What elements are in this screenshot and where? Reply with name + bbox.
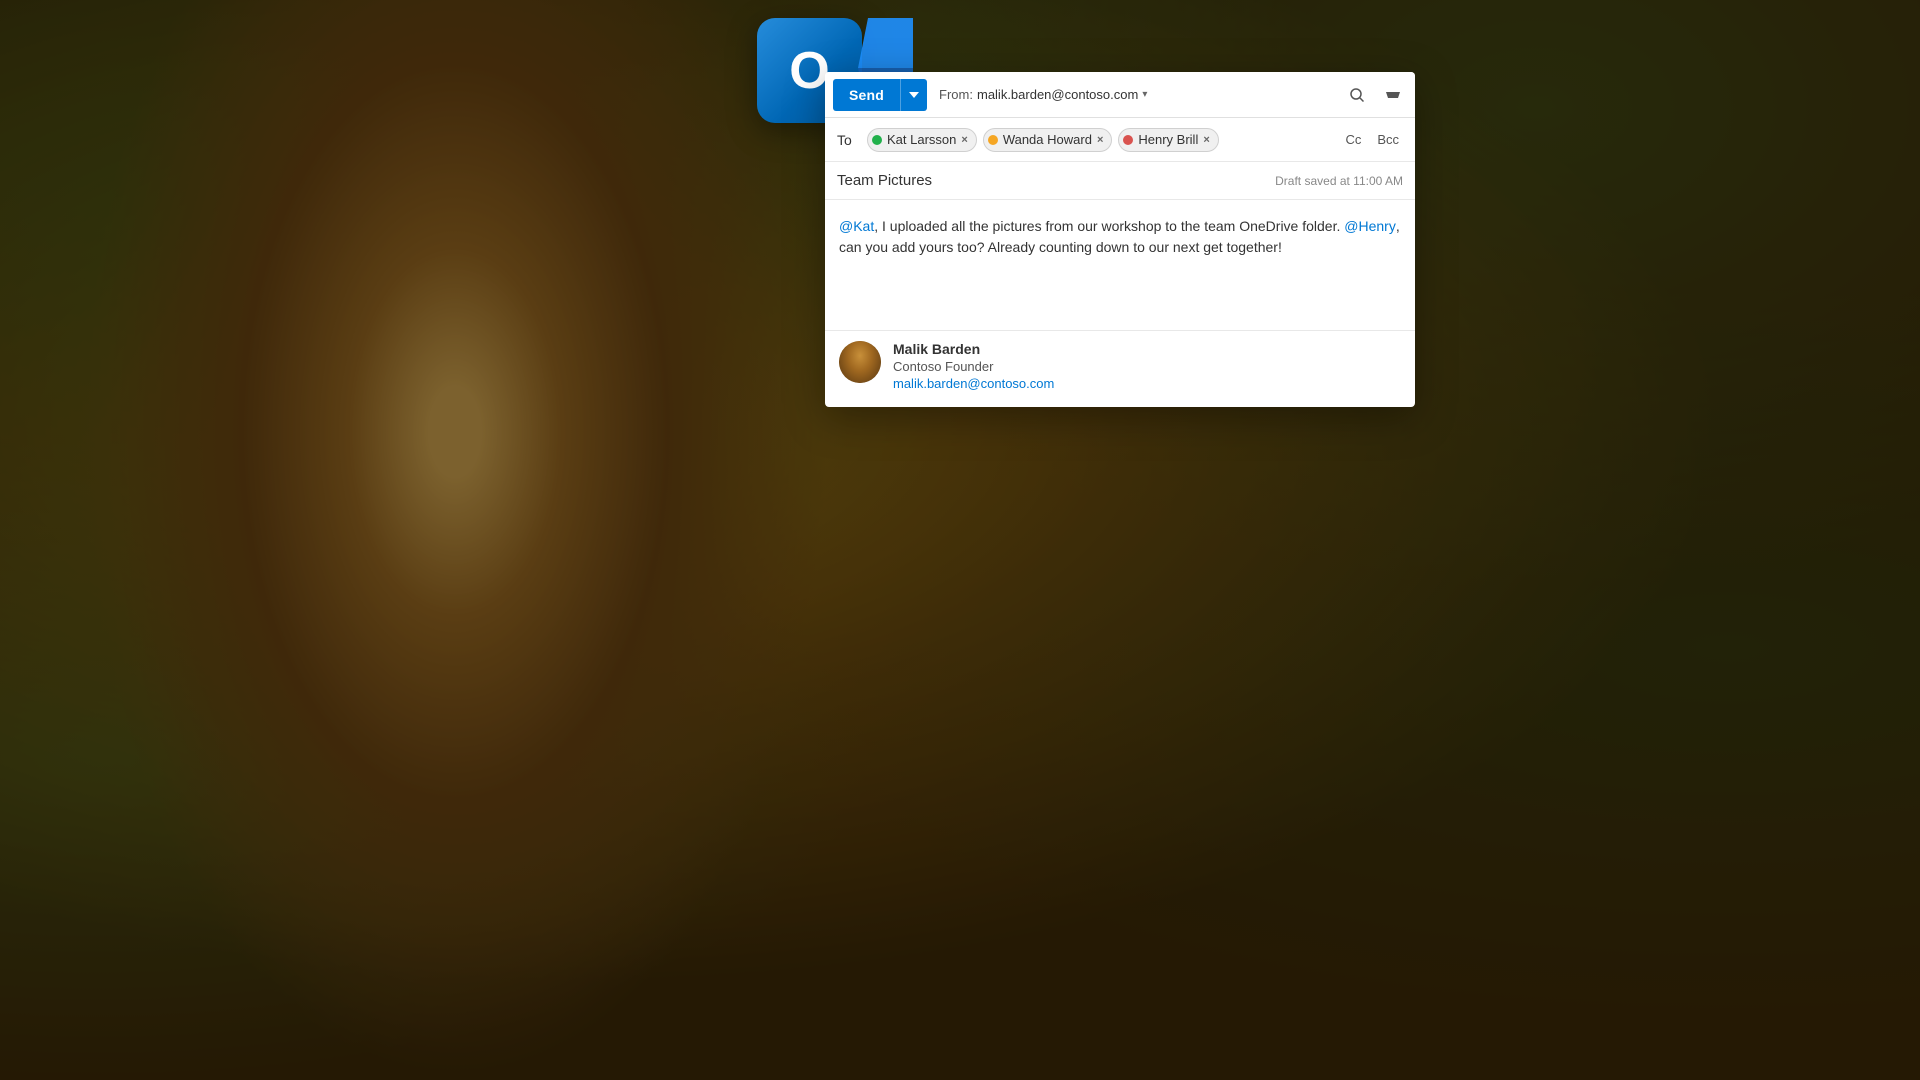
mention-henry: @Henry	[1344, 218, 1396, 234]
recipient-wanda-howard[interactable]: Wanda Howard ×	[983, 128, 1113, 152]
from-label: From:	[939, 87, 973, 102]
more-options-button[interactable]	[1379, 81, 1407, 109]
wanda-name: Wanda Howard	[1003, 132, 1092, 147]
kat-remove-button[interactable]: ×	[961, 134, 967, 146]
kat-status-dot	[872, 135, 882, 145]
recipient-kat-larsson[interactable]: Kat Larsson ×	[867, 128, 977, 152]
from-email: malik.barden@contoso.com	[977, 87, 1138, 102]
compose-panel: Send From: malik.barden@contoso.com ▾	[825, 72, 1415, 407]
compose-body[interactable]: @Kat, I uploaded all the pictures from o…	[825, 200, 1415, 330]
henry-status-dot	[1123, 135, 1133, 145]
cc-bcc-section: Cc Bcc	[1341, 130, 1403, 149]
outlook-letter-o: O	[789, 41, 829, 101]
wanda-status-dot	[988, 135, 998, 145]
signature-area: Malik Barden Contoso Founder malik.barde…	[825, 330, 1415, 407]
sig-email-link[interactable]: malik.barden@contoso.com	[893, 376, 1054, 391]
kat-name: Kat Larsson	[887, 132, 956, 147]
avatar-face	[839, 341, 881, 383]
sig-title: Contoso Founder	[893, 359, 1054, 374]
wanda-remove-button[interactable]: ×	[1097, 134, 1103, 146]
signature-info: Malik Barden Contoso Founder malik.barde…	[893, 341, 1054, 391]
to-label: To	[837, 132, 855, 148]
compose-toolbar: Send From: malik.barden@contoso.com ▾	[825, 72, 1415, 118]
sig-name: Malik Barden	[893, 341, 1054, 357]
from-section: From: malik.barden@contoso.com ▾	[939, 87, 1343, 102]
search-button[interactable]	[1343, 81, 1371, 109]
recipient-henry-brill[interactable]: Henry Brill ×	[1118, 128, 1218, 152]
henry-name: Henry Brill	[1138, 132, 1198, 147]
mention-kat: @Kat	[839, 218, 874, 234]
bcc-button[interactable]: Bcc	[1373, 130, 1403, 149]
henry-remove-button[interactable]: ×	[1203, 134, 1209, 146]
send-dropdown-button[interactable]	[900, 79, 927, 111]
send-button[interactable]: Send	[833, 79, 900, 111]
subject-text[interactable]: Team Pictures	[837, 172, 1275, 189]
draft-saved-status: Draft saved at 11:00 AM	[1275, 174, 1403, 188]
subject-row: Team Pictures Draft saved at 11:00 AM	[825, 162, 1415, 200]
body-text-part1: , I uploaded all the pictures from our w…	[874, 218, 1344, 234]
sender-avatar	[839, 341, 881, 383]
cc-button[interactable]: Cc	[1341, 130, 1365, 149]
from-chevron-icon[interactable]: ▾	[1142, 89, 1147, 100]
toolbar-actions	[1343, 81, 1407, 109]
recipients-list: Kat Larsson × Wanda Howard × Henry Brill…	[867, 128, 1341, 152]
to-row: To Kat Larsson × Wanda Howard × Henry Br…	[825, 118, 1415, 162]
